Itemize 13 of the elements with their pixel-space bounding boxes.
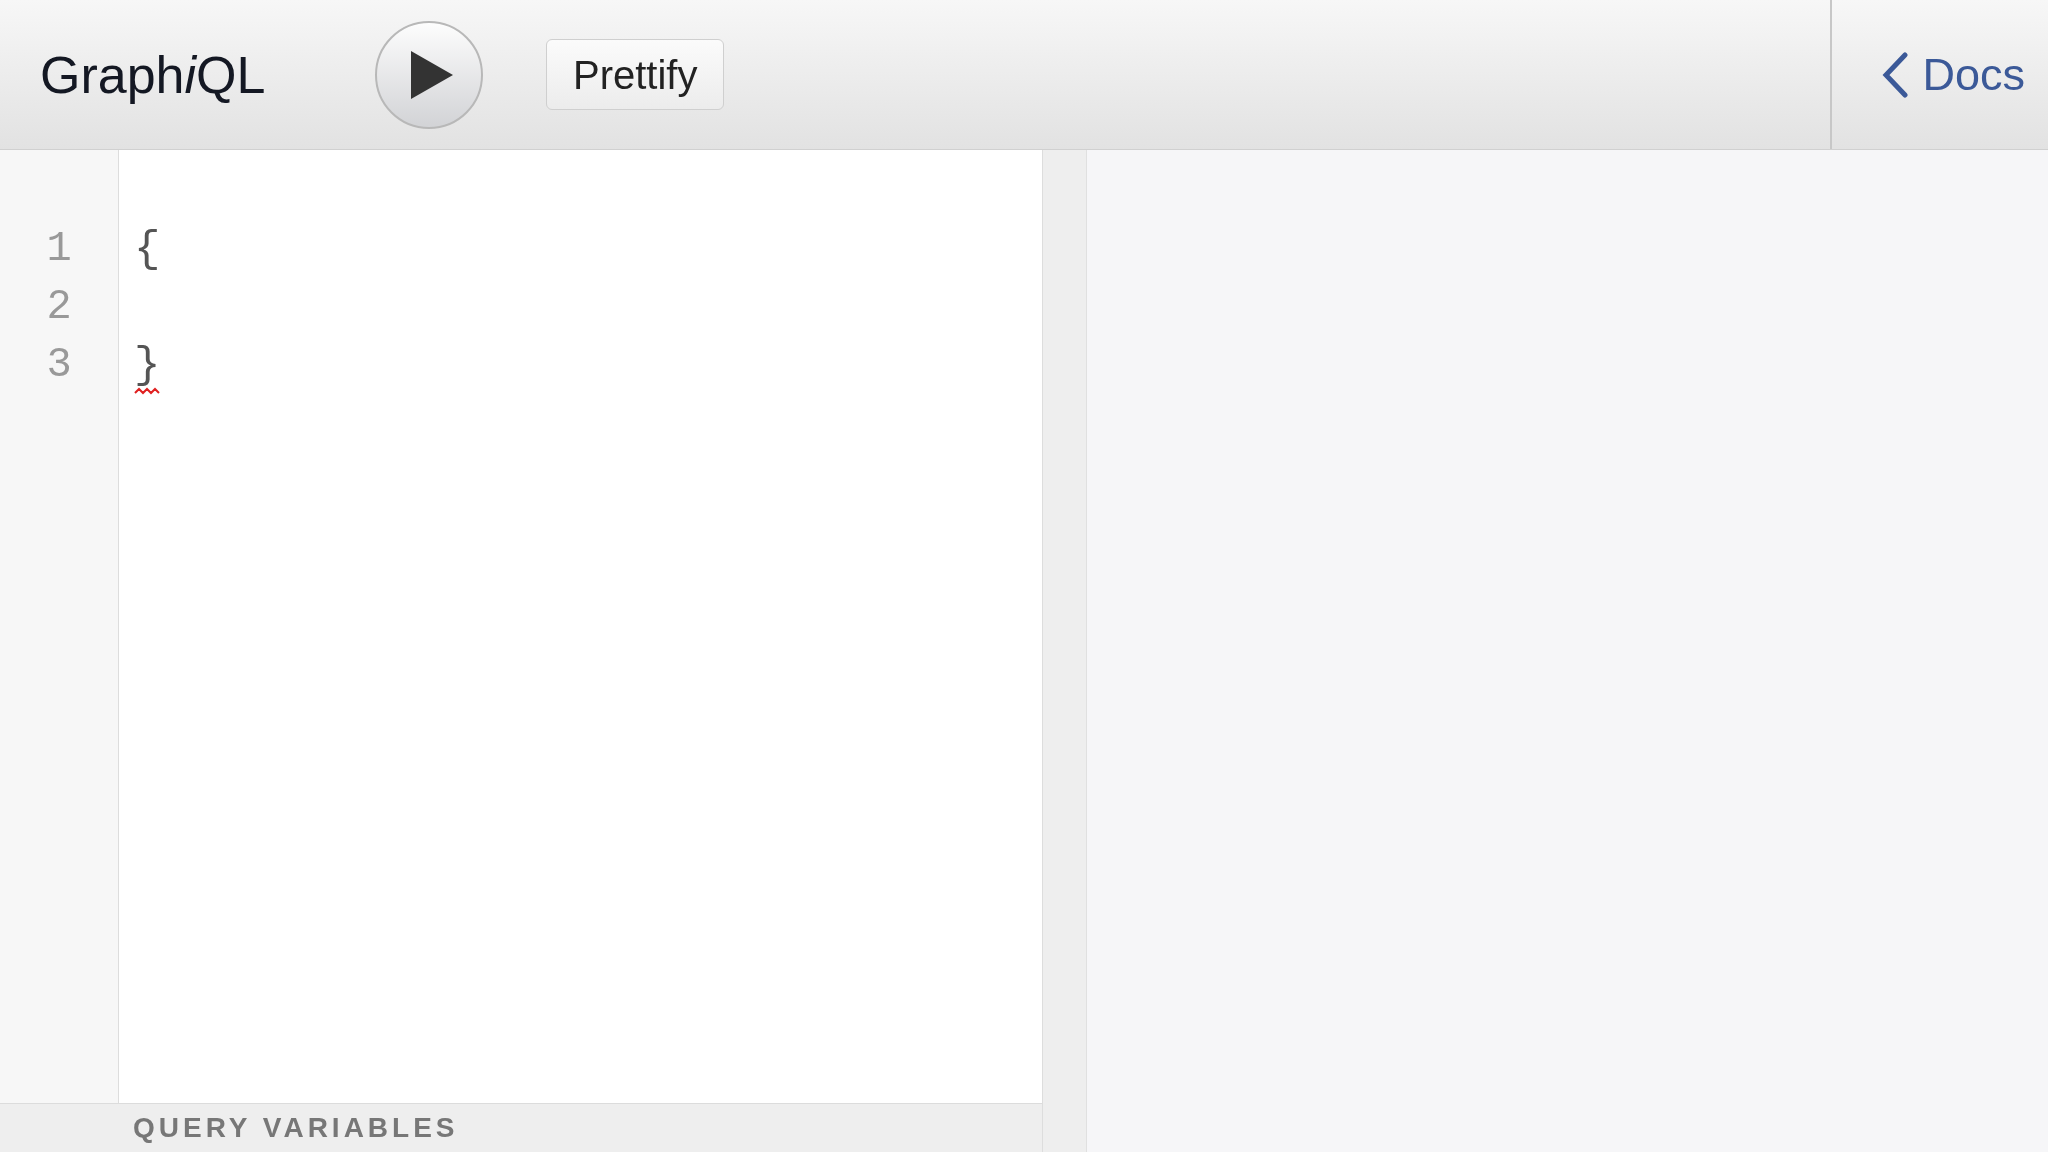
chevron-left-icon (1882, 51, 1909, 98)
line-number: 3 (46, 340, 72, 391)
error-squiggle-icon (134, 387, 162, 395)
app-title: GraphiQL (40, 45, 266, 104)
line-number: 1 (46, 224, 72, 275)
variables-bar[interactable]: QUERY VARIABLES (0, 1103, 1042, 1152)
code-text: { (134, 227, 161, 271)
prettify-button[interactable]: Prettify (546, 39, 725, 110)
code-text: } (134, 343, 161, 387)
play-icon (411, 50, 453, 99)
line-number: 2 (46, 282, 72, 333)
variables-title: QUERY VARIABLES (133, 1112, 459, 1144)
docs-button[interactable]: Docs (1882, 40, 2025, 109)
